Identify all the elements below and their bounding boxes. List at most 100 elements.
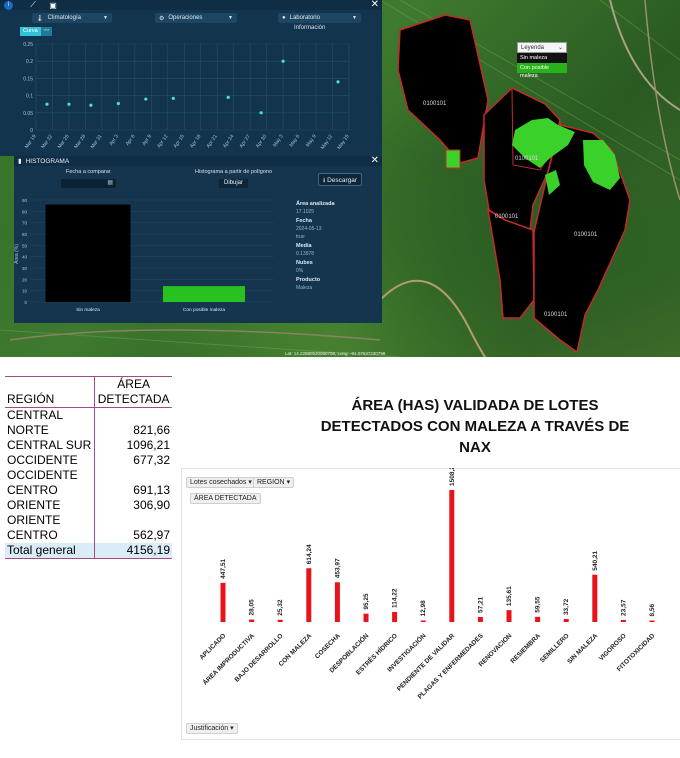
data-point[interactable] (116, 101, 120, 106)
informacion-label[interactable]: Información (294, 25, 325, 31)
y-tick-label: 0.25 (23, 42, 33, 48)
bar[interactable] (420, 620, 426, 623)
satellite-icon[interactable]: ⟋ (27, 0, 39, 10)
data-label: 25,32 (277, 599, 284, 616)
data-point[interactable] (281, 59, 285, 63)
bar[interactable] (506, 610, 512, 622)
lot-label: 0100101 (495, 214, 519, 220)
histogram-bar[interactable] (45, 204, 131, 302)
y-tick-label: 0.15 (23, 76, 33, 82)
region-cell: CENTRAL (7, 408, 64, 422)
x-tick-label: May 3 (272, 134, 285, 149)
histogram-chart: 90 80 70 60 50 40 30 20 10 0 Área (%) Sin maleza Con… (14, 198, 274, 313)
data-point[interactable] (226, 95, 230, 99)
data-point[interactable] (144, 97, 148, 101)
stat-value: 0.13978 (296, 251, 315, 257)
region-cell: OCCIDENTE (7, 468, 78, 482)
data-label: 12,98 (420, 600, 427, 617)
category-label: PENDIENTE DE VALIDAR (396, 632, 456, 692)
region-cell: CENTRAL SUR (7, 438, 92, 452)
close-icon[interactable]: ✕ (371, 0, 379, 10)
table-row: ORIENTE (5, 513, 172, 528)
laboratorio-dropdown[interactable]: ● Laboratorio ▼ (278, 13, 361, 23)
bar[interactable] (363, 613, 369, 622)
map-legend[interactable]: Leyenda ⌄ Sin maleza Con posible maleza (517, 42, 567, 79)
line-chart-icon[interactable]: 〰 (40, 27, 53, 36)
data-point[interactable] (45, 102, 49, 106)
region-cell: OCCIDENTE (7, 453, 78, 467)
bar[interactable] (563, 619, 569, 622)
x-tick-label: Apr 6 (125, 134, 137, 147)
category-label: RESIEMBRA (509, 632, 542, 665)
x-tick-label: May 9 (305, 134, 318, 149)
bar[interactable] (306, 568, 312, 622)
header-area: ÁREA (94, 376, 172, 392)
y-tick-label: 70 (22, 221, 28, 226)
region-cell: ORIENTE (7, 498, 61, 512)
y-tick-label: 0.05 (23, 111, 33, 117)
climatologia-dropdown[interactable]: 🌡 Climatología ▼ (32, 13, 112, 23)
x-tick-label: May 15 (336, 134, 350, 151)
legend-select[interactable]: Leyenda ⌄ (517, 42, 567, 53)
legend-item-sin-maleza: Sin maleza (517, 53, 567, 63)
chart-title: ÁREA (HAS) VALIDADA DE LOTES DETECTADOS … (320, 397, 630, 456)
download-button[interactable]: ⭳ Descargar (318, 173, 363, 186)
region-table: ÁREA REGIÓN DETECTADA CENTRAL NORTE 821,66… (5, 376, 172, 559)
histogram-bar[interactable] (163, 286, 245, 302)
bar[interactable] (220, 582, 226, 622)
x-tick-label: Mar 22 (40, 134, 54, 150)
x-tick-label: Mar 31 (90, 134, 104, 150)
view-toggle[interactable]: Curva 〰 (20, 27, 53, 36)
bar[interactable] (592, 574, 598, 622)
x-tick-label: Apr 12 (156, 134, 169, 150)
bar[interactable] (449, 490, 455, 622)
index-panel: 🌡 Climatología ▼ ⚙ Operaciones ▼ ● Labor… (0, 10, 382, 156)
bar[interactable] (477, 616, 483, 622)
bar[interactable] (277, 619, 283, 622)
bar[interactable] (334, 582, 340, 622)
calendar-icon[interactable]: ▦ (107, 179, 113, 188)
compare-date-input[interactable]: ▦ (61, 179, 116, 188)
stat-label: Media (296, 243, 312, 249)
stat-value: true (296, 234, 305, 240)
polygon-histogram-label: Histograma a partir de polígono (195, 169, 273, 175)
table-row: CENTRAL SUR 1096,21 (5, 438, 172, 453)
region-cell: CENTRO (7, 483, 58, 497)
bar[interactable] (535, 616, 541, 622)
camera-icon[interactable]: ▣ (47, 0, 59, 10)
close-icon[interactable]: ✕ (371, 156, 379, 166)
data-label: 28,05 (249, 599, 256, 616)
data-point[interactable] (171, 96, 175, 100)
x-tick-label: Mar 28 (73, 134, 87, 150)
area-cell (94, 468, 172, 483)
info-icon[interactable]: i (4, 0, 13, 10)
data-point[interactable] (259, 111, 263, 115)
bar[interactable] (392, 612, 398, 622)
curve-toggle[interactable]: Curva (20, 27, 41, 36)
bar-chart: 447,51 APLICADO 28,05 ÁREA IMPRODUCTIVA 25,3… (198, 468, 656, 701)
total-label: Total general (5, 543, 95, 559)
draw-button[interactable]: Dibujar (219, 179, 249, 188)
y-tick-label: 20 (22, 277, 28, 282)
category-label: VIGOROSO (598, 632, 628, 662)
download-icon: ⭳ (323, 177, 326, 184)
x-tick-label: Apr 3 (108, 134, 120, 147)
operaciones-dropdown[interactable]: ⚙ Operaciones ▼ (155, 13, 237, 23)
region-cell: ORIENTE (7, 513, 61, 527)
bar[interactable] (620, 619, 626, 622)
axis-field-pill[interactable]: Justificación ▾ (186, 723, 238, 734)
data-point[interactable] (67, 102, 71, 106)
data-point[interactable] (336, 80, 340, 84)
data-point[interactable] (89, 103, 93, 107)
header-detectada: DETECTADA (94, 392, 172, 408)
y-tick-label: 80 (22, 209, 28, 214)
area-cell (94, 407, 172, 423)
bar[interactable] (249, 619, 255, 622)
bar[interactable] (649, 620, 655, 623)
bar-chart-icon: ▮ (18, 158, 22, 165)
x-category-label: Sin maleza (76, 307, 100, 313)
area-cell: 691,13 (94, 483, 172, 498)
table-row: CENTRAL (5, 407, 172, 423)
y-axis-label: Área (%) (14, 244, 20, 264)
app-topbar: i ⟋ ▣ ✕ (0, 0, 382, 10)
